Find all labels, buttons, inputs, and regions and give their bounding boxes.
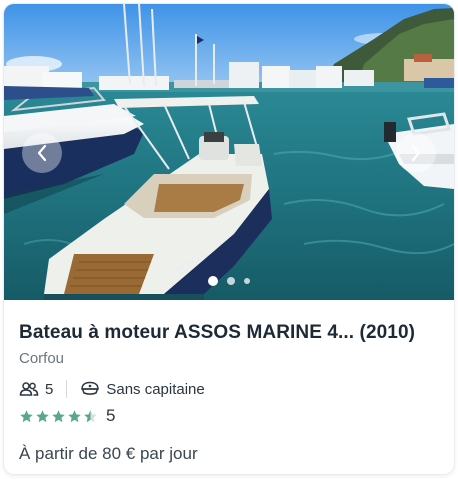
spec-divider bbox=[66, 380, 68, 398]
listing-price: À partir de 80 € par jour bbox=[19, 444, 198, 463]
star-icon bbox=[36, 409, 49, 422]
capacity-value: 5 bbox=[45, 380, 54, 398]
listing-rating: 5 bbox=[19, 406, 439, 426]
boat-photo-carousel[interactable]: ZOYTA bbox=[4, 4, 454, 300]
carousel-indicators bbox=[4, 276, 454, 286]
carousel-dot[interactable] bbox=[244, 278, 250, 284]
carousel-dot[interactable] bbox=[227, 277, 235, 285]
star-half-icon bbox=[84, 409, 97, 422]
carousel-next-button[interactable] bbox=[396, 133, 436, 173]
captain-hat-icon bbox=[81, 381, 100, 395]
carousel-prev-button[interactable] bbox=[22, 133, 62, 173]
listing-details: Bateau à moteur ASSOS MARINE 4... (2010)… bbox=[19, 300, 439, 464]
listing-specs: 5 Sans capitaine bbox=[19, 380, 439, 398]
chevron-right-icon bbox=[411, 144, 421, 162]
listing-title[interactable]: Bateau à moteur ASSOS MARINE 4... (2010) bbox=[19, 322, 439, 344]
chevron-left-icon bbox=[37, 144, 47, 162]
star-icon bbox=[68, 409, 81, 422]
captain-spec: Sans capitaine bbox=[80, 380, 205, 398]
rating-stars bbox=[19, 409, 98, 424]
listing-card[interactable]: ZOYTA Bateau à moteur ASSOS MARINE 4... … bbox=[4, 4, 454, 474]
star-icon bbox=[52, 409, 65, 422]
boat-photo: ZOYTA bbox=[4, 4, 454, 300]
star-icon bbox=[20, 409, 33, 422]
listing-location: Corfou bbox=[19, 350, 65, 367]
carousel-dot-active[interactable] bbox=[208, 276, 218, 286]
rating-value: 5 bbox=[106, 406, 116, 425]
people-icon bbox=[19, 382, 39, 396]
capacity-spec: 5 bbox=[19, 381, 53, 398]
captain-value: Sans capitaine bbox=[106, 380, 205, 398]
